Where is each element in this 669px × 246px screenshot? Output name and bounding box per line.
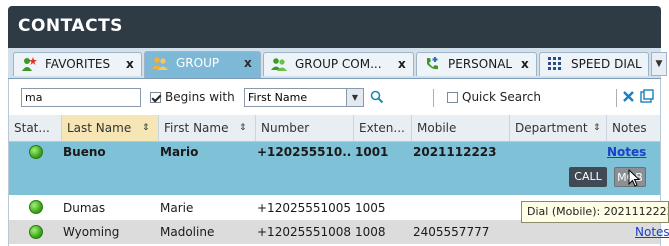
- group-icon: [152, 57, 168, 70]
- sort-icon: ⇕: [142, 123, 150, 133]
- cell-mobile: 2405557777: [413, 225, 490, 239]
- table-header: Stat... Last Name ⇕ First Name ⇕ Number …: [9, 115, 660, 142]
- notes-link[interactable]: Notes: [607, 145, 646, 159]
- column-header-mobile[interactable]: Mobile: [412, 115, 510, 141]
- cell-extension: 1005: [355, 201, 386, 215]
- call-button[interactable]: CALL: [569, 167, 607, 187]
- cell-last-name: Bueno: [63, 145, 106, 159]
- cell-mobile: 2021112223: [413, 145, 497, 159]
- tab-label: GROUP: [176, 56, 220, 70]
- tab-group[interactable]: GROUP x: [144, 51, 261, 78]
- sort-icon: ⇕: [593, 123, 601, 133]
- cell-extension: 1001: [355, 145, 389, 159]
- divider: [616, 89, 617, 107]
- table-row-selected[interactable]: Bueno Mario +120255510... 1001 202111222…: [9, 142, 660, 195]
- cell-last-name: Dumas: [63, 201, 106, 215]
- column-header-label: Last Name: [67, 121, 132, 135]
- status-available-icon: [29, 145, 43, 159]
- cell-number: +12025551008: [257, 225, 352, 239]
- cell-extension: 1008: [355, 225, 386, 239]
- column-header-label: Department: [515, 121, 588, 135]
- status-available-icon: [29, 225, 43, 239]
- tab-bar: FAVORITES x GROUP x GROUP COM... x PERSO…: [8, 48, 667, 79]
- status-available-icon: [29, 200, 43, 214]
- title-bar: CONTACTS: [8, 6, 661, 48]
- tab-close-icon[interactable]: x: [521, 57, 529, 71]
- tab-label: SPEED DIAL: [571, 57, 642, 71]
- cell-first-name: Marie: [160, 201, 194, 215]
- column-header-last-name[interactable]: Last Name ⇕: [62, 115, 159, 141]
- column-header-status[interactable]: Stat...: [9, 115, 62, 141]
- column-header-label: First Name: [164, 121, 229, 135]
- speed-dial-icon: [548, 57, 561, 70]
- cell-number: +120255510...: [257, 145, 352, 159]
- cell-first-name: Mario: [160, 145, 199, 159]
- filter-bar: ma Begins with First Name ▼ Quick Search: [8, 79, 661, 115]
- tab-overflow-chevron-down-icon[interactable]: ▼: [651, 52, 667, 76]
- quick-search-checkbox[interactable]: [447, 92, 458, 103]
- column-header-number[interactable]: Number: [256, 115, 354, 141]
- tab-label: PERSONAL: [448, 57, 513, 71]
- column-header-department[interactable]: Department ⇕: [510, 115, 607, 141]
- begins-with-label: Begins with: [165, 90, 235, 104]
- search-field-select[interactable]: First Name ▼: [244, 88, 364, 107]
- tab-close-icon[interactable]: x: [244, 56, 252, 70]
- column-header-extension[interactable]: Exten...: [354, 115, 412, 141]
- table-row[interactable]: Wyoming Madoline +12025551008 1008 24055…: [9, 220, 669, 244]
- group-common-icon: [271, 58, 287, 71]
- search-icon[interactable]: [370, 90, 384, 104]
- cell-number: +12025551005: [257, 201, 352, 215]
- divider: [433, 89, 434, 107]
- tab-close-icon[interactable]: x: [126, 57, 134, 71]
- mouse-pointer-icon: [628, 169, 641, 187]
- tab-label: FAVORITES: [45, 57, 111, 71]
- tab-favorites[interactable]: FAVORITES x: [13, 52, 142, 76]
- search-field-value: First Name: [248, 91, 308, 104]
- quick-search-label: Quick Search: [462, 90, 541, 104]
- tab-close-icon[interactable]: x: [398, 57, 406, 71]
- personal-icon: [427, 57, 438, 70]
- column-header-notes[interactable]: Notes: [607, 115, 660, 141]
- cell-first-name: Madoline: [160, 225, 215, 239]
- sort-icon: ⇕: [239, 123, 247, 133]
- search-input[interactable]: ma: [21, 88, 141, 107]
- tab-group-common[interactable]: GROUP COM... x: [263, 52, 414, 76]
- begins-with-checkbox[interactable]: [150, 92, 161, 103]
- cell-last-name: Wyoming: [63, 225, 120, 239]
- pop-out-icon[interactable]: [640, 89, 654, 103]
- tab-speed-dial[interactable]: SPEED DIAL: [539, 52, 649, 76]
- chevron-down-icon[interactable]: ▼: [346, 89, 363, 106]
- column-header-first-name[interactable]: First Name ⇕: [159, 115, 256, 141]
- panel-title: CONTACTS: [18, 16, 123, 36]
- favorites-icon: [22, 57, 37, 71]
- tab-label: GROUP COM...: [295, 57, 382, 71]
- mobile-dial-tooltip: Dial (Mobile): 2021112223: [521, 201, 669, 223]
- notes-link[interactable]: Notes: [635, 225, 669, 239]
- contacts-panel: CONTACTS FAVORITES x GROUP x GROUP COM..…: [0, 0, 669, 246]
- tab-personal[interactable]: PERSONAL x: [416, 52, 537, 76]
- clear-filter-close-icon[interactable]: [622, 90, 635, 103]
- contacts-table: Stat... Last Name ⇕ First Name ⇕ Number …: [8, 115, 669, 246]
